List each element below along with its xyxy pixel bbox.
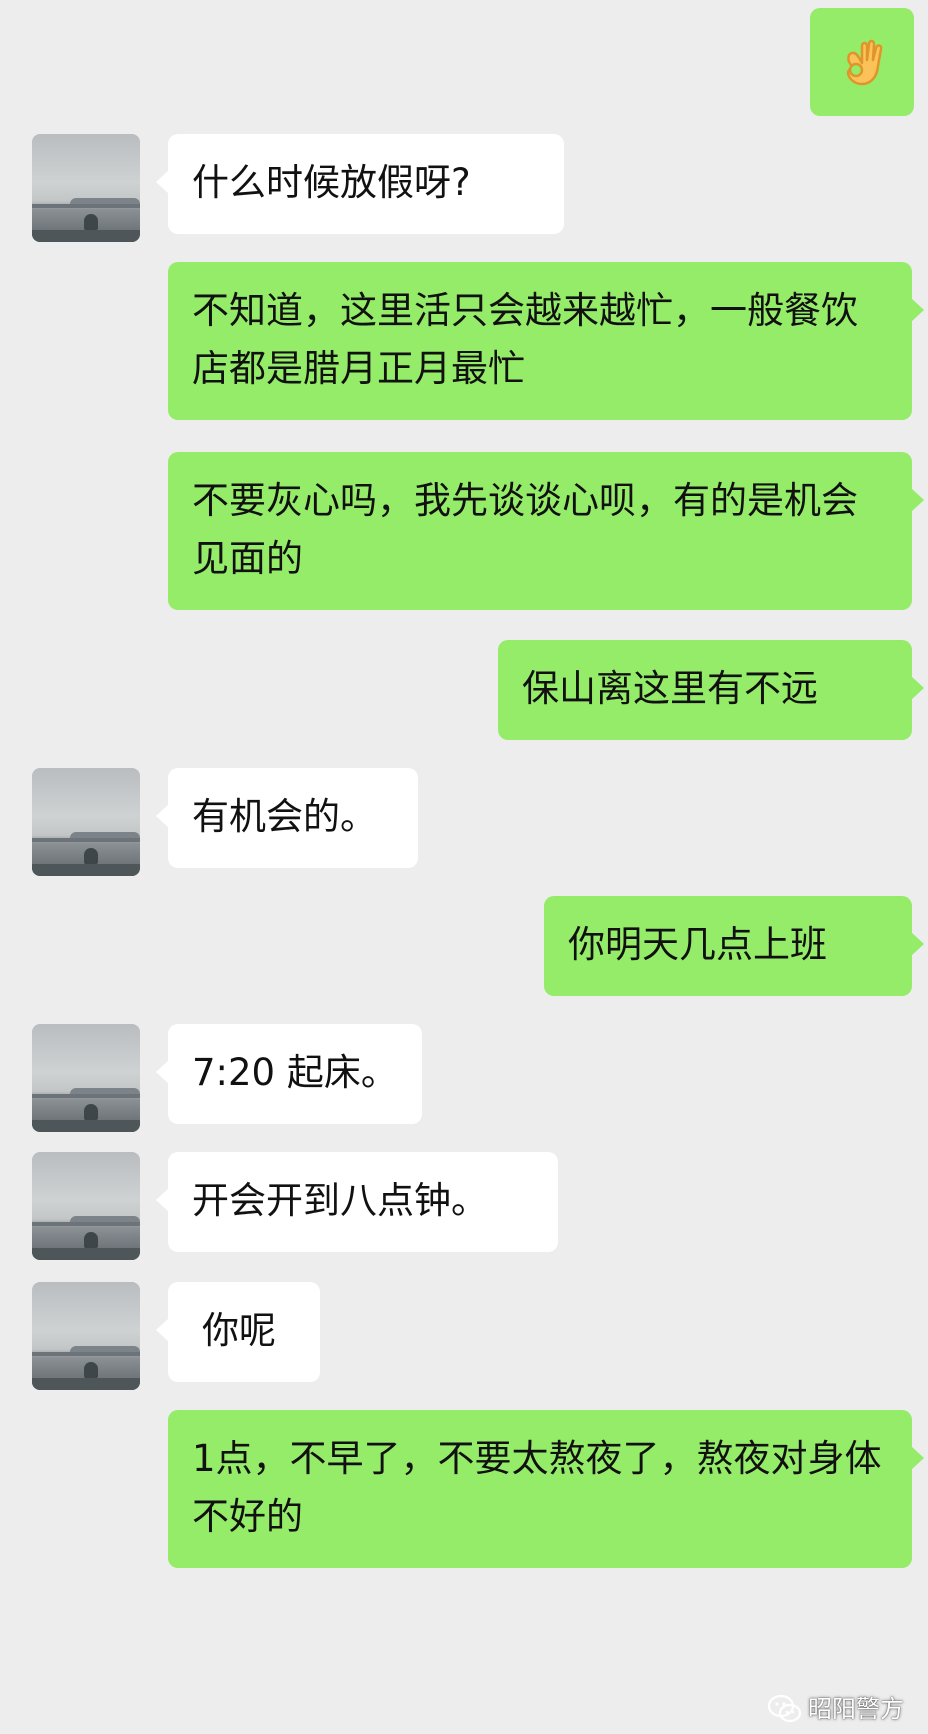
chat-area: 什么时候放假呀? 不知道，这里活只会越来越忙，一般餐饮店都是腊月正月最忙 不要灰… bbox=[0, 0, 928, 1734]
contact-avatar[interactable] bbox=[32, 1024, 140, 1132]
contact-avatar[interactable] bbox=[32, 1282, 140, 1390]
wechat-icon bbox=[768, 1694, 802, 1723]
incoming-message-bubble[interactable]: 你呢 bbox=[156, 1282, 320, 1382]
incoming-message-bubble[interactable]: 开会开到八点钟。 bbox=[156, 1152, 558, 1252]
contact-avatar[interactable] bbox=[32, 134, 140, 242]
contact-avatar[interactable] bbox=[32, 768, 140, 876]
ok-hand-icon bbox=[846, 39, 883, 86]
incoming-message-bubble[interactable]: 7:20 起床。 bbox=[156, 1024, 422, 1124]
outgoing-message-bubble[interactable]: 不要灰心吗，我先谈谈心呗，有的是机会见面的 bbox=[168, 452, 924, 610]
watermark: 昭阳警方 bbox=[768, 1690, 928, 1730]
outgoing-message-bubble[interactable]: 你明天几点上班 bbox=[544, 896, 924, 996]
incoming-message-bubble[interactable]: 有机会的。 bbox=[156, 768, 418, 868]
outgoing-emoji-bubble[interactable] bbox=[810, 8, 914, 116]
watermark-text: 昭阳警方 bbox=[808, 1695, 904, 1723]
incoming-message-bubble[interactable]: 什么时候放假呀? bbox=[156, 134, 564, 234]
outgoing-message-bubble[interactable]: 不知道，这里活只会越来越忙，一般餐饮店都是腊月正月最忙 bbox=[168, 262, 924, 420]
contact-avatar[interactable] bbox=[32, 1152, 140, 1260]
outgoing-message-bubble[interactable]: 1点，不早了，不要太熬夜了，熬夜对身体不好的 bbox=[168, 1410, 924, 1568]
outgoing-message-bubble[interactable]: 保山离这里有不远 bbox=[498, 640, 924, 740]
